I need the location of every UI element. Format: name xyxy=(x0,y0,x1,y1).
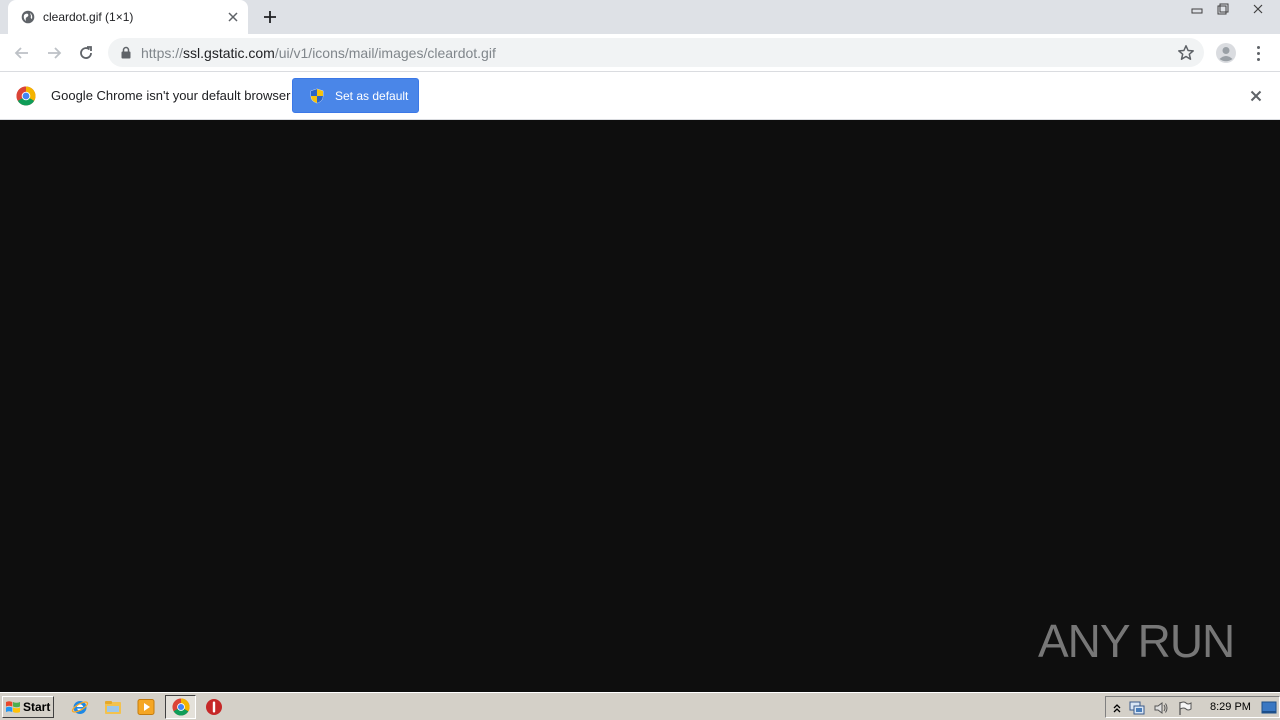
chrome-taskbar-icon xyxy=(172,698,190,716)
taskbar-clock[interactable]: 8:29 PM xyxy=(1210,701,1251,713)
file-explorer-icon[interactable] xyxy=(104,698,122,716)
windows-logo-icon xyxy=(6,701,20,713)
address-bar[interactable]: https://ssl.gstatic.com/ui/v1/icons/mail… xyxy=(108,38,1204,67)
start-button[interactable]: Start xyxy=(2,696,54,718)
anyrun-watermark: ANY RUN xyxy=(1038,608,1236,674)
browser-toolbar: https://ssl.gstatic.com/ui/v1/icons/mail… xyxy=(0,34,1280,72)
set-as-default-button[interactable]: Set as default xyxy=(292,78,419,113)
url-text[interactable]: https://ssl.gstatic.com/ui/v1/icons/mail… xyxy=(141,45,496,61)
url-host: ssl.gstatic.com xyxy=(183,45,275,61)
watermark-text-left: ANY xyxy=(1038,615,1131,667)
taskbar-chrome-active[interactable] xyxy=(165,695,196,719)
uac-shield-icon xyxy=(310,88,324,103)
windows-taskbar: Start 8:29 PM xyxy=(0,692,1280,720)
system-tray: 8:29 PM xyxy=(1105,696,1280,718)
tab-strip: cleardot.gif (1×1) xyxy=(0,0,1280,34)
watermark-text-right: RUN xyxy=(1137,615,1236,667)
show-desktop-icon[interactable] xyxy=(1261,700,1277,716)
reload-icon xyxy=(80,46,92,59)
volume-icon[interactable] xyxy=(1153,700,1169,716)
internet-explorer-icon[interactable] xyxy=(71,698,89,716)
forward-button[interactable] xyxy=(43,42,65,64)
url-path: /ui/v1/icons/mail/images/cleardot.gif xyxy=(274,45,496,61)
tab-title: cleardot.gif (1×1) xyxy=(43,10,134,24)
window-controls xyxy=(1184,0,1280,18)
media-player-icon[interactable] xyxy=(137,698,155,716)
url-scheme: https:// xyxy=(141,45,184,61)
action-center-flag-icon[interactable] xyxy=(1177,700,1193,716)
restore-button[interactable] xyxy=(1210,0,1236,18)
start-label: Start xyxy=(23,700,51,714)
profile-avatar-icon[interactable] xyxy=(1215,42,1237,64)
minimize-button[interactable] xyxy=(1184,0,1210,18)
bookmark-star-icon[interactable] xyxy=(1177,44,1195,62)
stop-sign-icon[interactable] xyxy=(205,698,223,716)
chrome-logo-icon xyxy=(16,86,36,106)
infobar-close-icon[interactable] xyxy=(1248,88,1264,104)
close-icon xyxy=(1253,4,1263,14)
set-as-default-label: Set as default xyxy=(335,88,409,103)
restore-icon xyxy=(1217,3,1229,15)
arrow-left-icon xyxy=(14,47,28,59)
close-tab-icon[interactable] xyxy=(225,9,241,25)
close-window-button[interactable] xyxy=(1236,0,1280,18)
lock-icon[interactable] xyxy=(120,46,132,59)
minimize-icon xyxy=(1191,8,1203,14)
network-icon[interactable] xyxy=(1129,700,1145,716)
tab-cleardot[interactable]: cleardot.gif (1×1) xyxy=(8,0,248,34)
new-tab-icon[interactable] xyxy=(260,7,280,27)
back-button[interactable] xyxy=(11,42,33,64)
infobar-message: Google Chrome isn't your default browser xyxy=(51,88,291,103)
default-browser-infobar: Google Chrome isn't your default browser… xyxy=(0,72,1280,120)
show-hidden-icons-icon[interactable] xyxy=(1109,700,1125,716)
page-content-image xyxy=(0,120,1280,692)
arrow-right-icon xyxy=(48,47,62,59)
menu-kebab-icon[interactable] xyxy=(1250,42,1266,64)
reload-button[interactable] xyxy=(75,42,97,64)
globe-icon xyxy=(21,10,35,24)
